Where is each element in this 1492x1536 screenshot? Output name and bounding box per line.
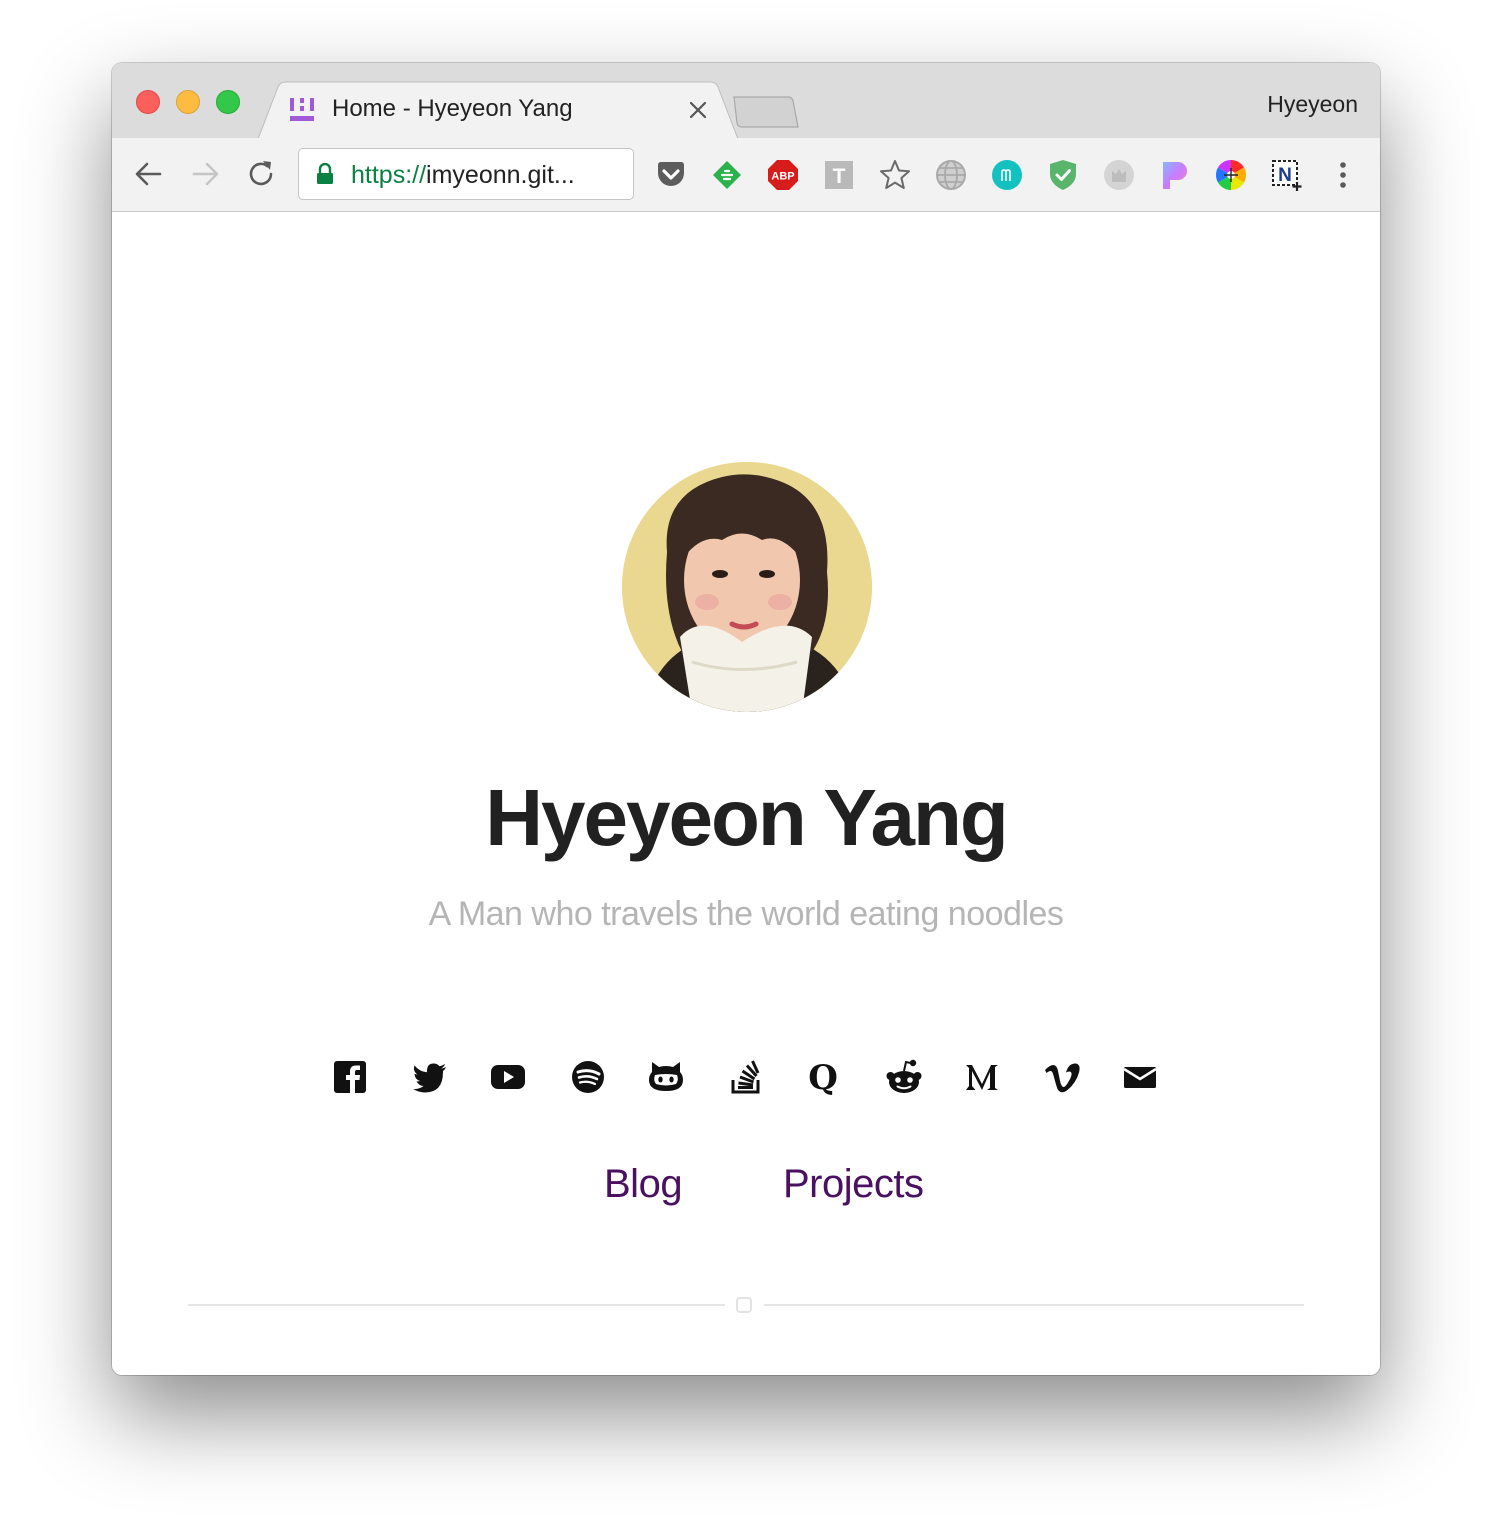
browser-toolbar: https://imyeonn.git... ABP T N xyxy=(112,138,1380,212)
url-text: https://imyeonn.git... xyxy=(351,161,575,190)
m-extension-icon[interactable] xyxy=(990,158,1024,192)
reddit-icon[interactable] xyxy=(885,1058,923,1096)
feedly-icon[interactable] xyxy=(710,158,744,192)
maximize-window-button[interactable] xyxy=(216,90,240,114)
quora-icon[interactable]: Q xyxy=(805,1058,843,1096)
facebook-icon[interactable] xyxy=(331,1058,369,1096)
tagline: A Man who travels the world eating noodl… xyxy=(428,895,1064,933)
minimize-window-button[interactable] xyxy=(176,90,200,114)
new-tab-button[interactable] xyxy=(732,95,802,129)
color-wheel-icon[interactable] xyxy=(1214,158,1248,192)
pocket-icon[interactable] xyxy=(654,158,688,192)
social-links: Q xyxy=(331,1058,1161,1098)
tab-title: Home - Hyeyeon Yang xyxy=(332,95,573,122)
browser-window: Home - Hyeyeon Yang Hyeyeon https://imye… xyxy=(112,63,1380,1375)
address-bar[interactable]: https://imyeonn.git... xyxy=(298,148,634,200)
gray-extension-icon[interactable] xyxy=(1102,158,1136,192)
n-plus-icon[interactable]: N xyxy=(1270,158,1304,192)
projects-link[interactable]: Projects xyxy=(783,1162,924,1207)
tab-close-icon[interactable] xyxy=(686,98,710,122)
bookmark-star-icon[interactable] xyxy=(878,158,912,192)
close-window-button[interactable] xyxy=(136,90,160,114)
twitter-icon[interactable] xyxy=(411,1058,449,1096)
arrow-left-icon[interactable] xyxy=(132,157,166,191)
spotify-icon[interactable] xyxy=(569,1058,607,1096)
site-logo-icon xyxy=(290,98,314,121)
svg-text:N: N xyxy=(1278,165,1292,186)
lock-icon xyxy=(317,163,333,184)
page-content: Hyeyeon Yang A Man who travels the world… xyxy=(112,212,1380,1375)
medium-icon[interactable] xyxy=(963,1058,1001,1096)
menu-kebab-icon[interactable] xyxy=(1326,158,1360,192)
avatar xyxy=(622,462,872,712)
vimeo-icon[interactable] xyxy=(1043,1058,1081,1096)
title-bar: Home - Hyeyeon Yang Hyeyeon xyxy=(112,63,1380,139)
url-host: imyeonn.git... xyxy=(426,161,575,189)
email-icon[interactable] xyxy=(1121,1058,1159,1096)
reload-icon[interactable] xyxy=(244,157,278,191)
t-extension-icon[interactable]: T xyxy=(822,158,856,192)
nav-links: Blog Projects xyxy=(112,1162,1380,1212)
tab-home[interactable]: Home - Hyeyeon Yang xyxy=(258,81,738,139)
svg-text:T: T xyxy=(833,165,846,188)
adblock-plus-icon[interactable]: ABP xyxy=(766,158,800,192)
stackoverflow-icon[interactable] xyxy=(727,1058,765,1096)
svg-text:ABP: ABP xyxy=(771,171,794,183)
divider-right xyxy=(764,1304,1304,1306)
blog-link[interactable]: Blog xyxy=(604,1162,683,1207)
youtube-icon[interactable] xyxy=(489,1058,527,1096)
gradient-extension-icon[interactable] xyxy=(1158,158,1192,192)
profile-name[interactable]: Hyeyeon xyxy=(1267,91,1358,118)
shield-check-icon[interactable] xyxy=(1046,158,1080,192)
svg-text:Q: Q xyxy=(808,1058,838,1096)
arrow-right-icon[interactable] xyxy=(188,157,222,191)
github-icon[interactable] xyxy=(647,1058,685,1096)
divider-ornament xyxy=(736,1297,752,1313)
divider-left xyxy=(188,1304,725,1306)
globe-icon[interactable] xyxy=(934,158,968,192)
url-scheme: https:// xyxy=(351,161,427,189)
page-title: Hyeyeon Yang xyxy=(485,773,1008,862)
